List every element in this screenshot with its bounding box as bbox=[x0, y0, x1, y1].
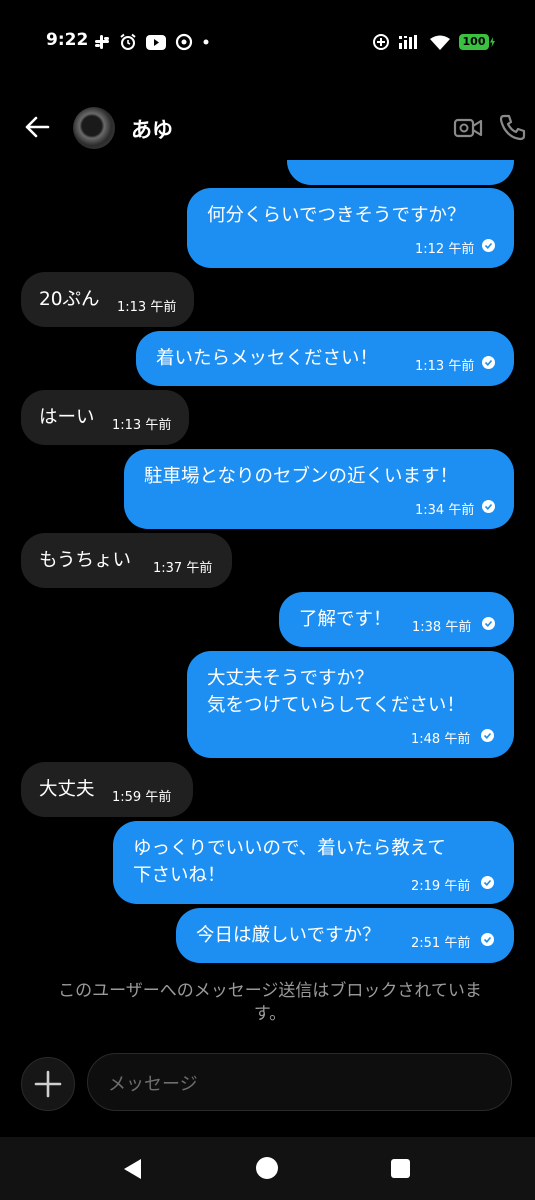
read-check-icon bbox=[481, 729, 494, 742]
blocked-notice-line: このユーザーへのメッセージ送信はブロックされていま bbox=[58, 981, 482, 1001]
read-check-icon bbox=[481, 933, 494, 946]
message-text-line: ゆっくりでいいので、着いたら教えて bbox=[133, 838, 446, 859]
message-text-line: 大丈夫そうですか？ bbox=[207, 668, 374, 689]
battery-indicator: 100 bbox=[459, 34, 489, 50]
read-check-icon bbox=[482, 356, 495, 369]
phone-icon[interactable] bbox=[498, 112, 528, 142]
nav-home-icon[interactable] bbox=[256, 1157, 278, 1179]
plus-icon bbox=[34, 1070, 62, 1098]
chat-header: あゆ bbox=[0, 100, 535, 158]
more-notifications-dot-icon bbox=[203, 39, 209, 45]
message-input[interactable]: メッセージ bbox=[87, 1053, 512, 1111]
message-time: 1:13 午前 bbox=[117, 300, 177, 315]
message-time: 1:48 午前 bbox=[411, 732, 471, 747]
message-text: もうちょい bbox=[39, 550, 131, 571]
message-bubble-outgoing[interactable]: 了解です！ 1:38 午前 bbox=[279, 592, 514, 647]
message-time: 2:19 午前 bbox=[411, 879, 471, 894]
video-camera-icon[interactable] bbox=[453, 114, 483, 142]
system-navigation-bar bbox=[0, 1137, 535, 1200]
data-saver-icon bbox=[373, 34, 389, 50]
message-bubble-incoming[interactable]: もうちょい 1:37 午前 bbox=[21, 533, 232, 588]
add-attachment-button[interactable] bbox=[21, 1057, 75, 1111]
message-time: 1:59 午前 bbox=[112, 790, 172, 805]
back-arrow-icon[interactable] bbox=[22, 112, 52, 142]
message-bubble-outgoing[interactable]: 駐車場となりのセブンの近くいます！ 1:34 午前 bbox=[124, 449, 514, 529]
message-text: 着いたらメッセください！ bbox=[156, 348, 379, 369]
system-status-icons: 100 bbox=[372, 33, 489, 51]
message-time: 1:37 午前 bbox=[153, 561, 213, 576]
message-time: 1:12 午前 bbox=[415, 242, 475, 257]
blocked-notice-line: す。 bbox=[253, 1004, 287, 1024]
youtube-icon bbox=[146, 34, 166, 50]
message-text: 20ぷん bbox=[39, 289, 100, 310]
message-bubble-outgoing[interactable]: 大丈夫そうですか？ 気をつけていらしてください！ 1:48 午前 bbox=[187, 651, 514, 758]
app-notification-icon bbox=[175, 33, 193, 51]
contact-name[interactable]: あゆ bbox=[131, 114, 173, 144]
message-time: 1:13 午前 bbox=[112, 418, 172, 433]
wifi-icon bbox=[430, 35, 450, 50]
message-text: 駐車場となりのセブンの近くいます！ bbox=[144, 466, 458, 487]
message-text: はーい bbox=[39, 407, 95, 428]
message-text: 了解です！ bbox=[299, 609, 392, 630]
message-bubble-outgoing[interactable]: 今日は厳しいですか？ 2:51 午前 bbox=[176, 908, 514, 963]
message-time: 1:38 午前 bbox=[412, 620, 472, 635]
alarm-clock-icon bbox=[120, 33, 136, 50]
read-check-icon bbox=[482, 617, 495, 630]
message-text-line: 気をつけていらしてください！ bbox=[207, 695, 465, 716]
chat-screen: 9:22 100 あゆ 何分くらいでつきそうですか？ 1:12 午前 20ぷん … bbox=[0, 0, 535, 1200]
nav-recents-icon[interactable] bbox=[391, 1159, 410, 1178]
message-bubble-incoming[interactable]: はーい 1:13 午前 bbox=[21, 390, 189, 445]
message-input-placeholder: メッセージ bbox=[108, 1074, 198, 1095]
message-bubble-incoming[interactable]: 大丈夫 1:59 午前 bbox=[21, 762, 193, 817]
message-list[interactable]: 何分くらいでつきそうですか？ 1:12 午前 20ぷん 1:13 午前 着いたら… bbox=[0, 160, 535, 970]
status-bar: 9:22 100 bbox=[0, 0, 535, 88]
read-check-icon bbox=[481, 876, 494, 889]
status-time: 9:22 bbox=[46, 30, 89, 50]
signal-bars-icon bbox=[399, 35, 417, 49]
message-bubble-outgoing[interactable]: 着いたらメッセください！ 1:13 午前 bbox=[136, 331, 514, 386]
notification-icons bbox=[94, 33, 210, 51]
nav-back-icon[interactable] bbox=[121, 1157, 145, 1181]
message-time: 1:34 午前 bbox=[415, 503, 475, 518]
contact-avatar[interactable] bbox=[73, 107, 115, 149]
message-bubble-outgoing[interactable] bbox=[287, 160, 514, 185]
message-bubble-outgoing[interactable]: 何分くらいでつきそうですか？ 1:12 午前 bbox=[187, 188, 514, 268]
message-text-line: 下さいね！ bbox=[133, 865, 226, 886]
blocked-notice: このユーザーへのメッセージ送信はブロックされていま す。 bbox=[20, 980, 520, 1026]
slack-icon bbox=[95, 35, 109, 49]
message-time: 2:51 午前 bbox=[411, 936, 471, 951]
message-bubble-incoming[interactable]: 20ぷん 1:13 午前 bbox=[21, 272, 194, 327]
read-check-icon bbox=[482, 239, 495, 252]
message-text: 大丈夫 bbox=[39, 779, 95, 800]
message-text: 何分くらいでつきそうですか？ bbox=[207, 205, 466, 226]
message-text: 今日は厳しいですか？ bbox=[196, 925, 381, 946]
message-bubble-outgoing[interactable]: ゆっくりでいいので、着いたら教えて 下さいね！ 2:19 午前 bbox=[113, 821, 514, 904]
read-check-icon bbox=[482, 500, 495, 513]
message-time: 1:13 午前 bbox=[415, 359, 475, 374]
